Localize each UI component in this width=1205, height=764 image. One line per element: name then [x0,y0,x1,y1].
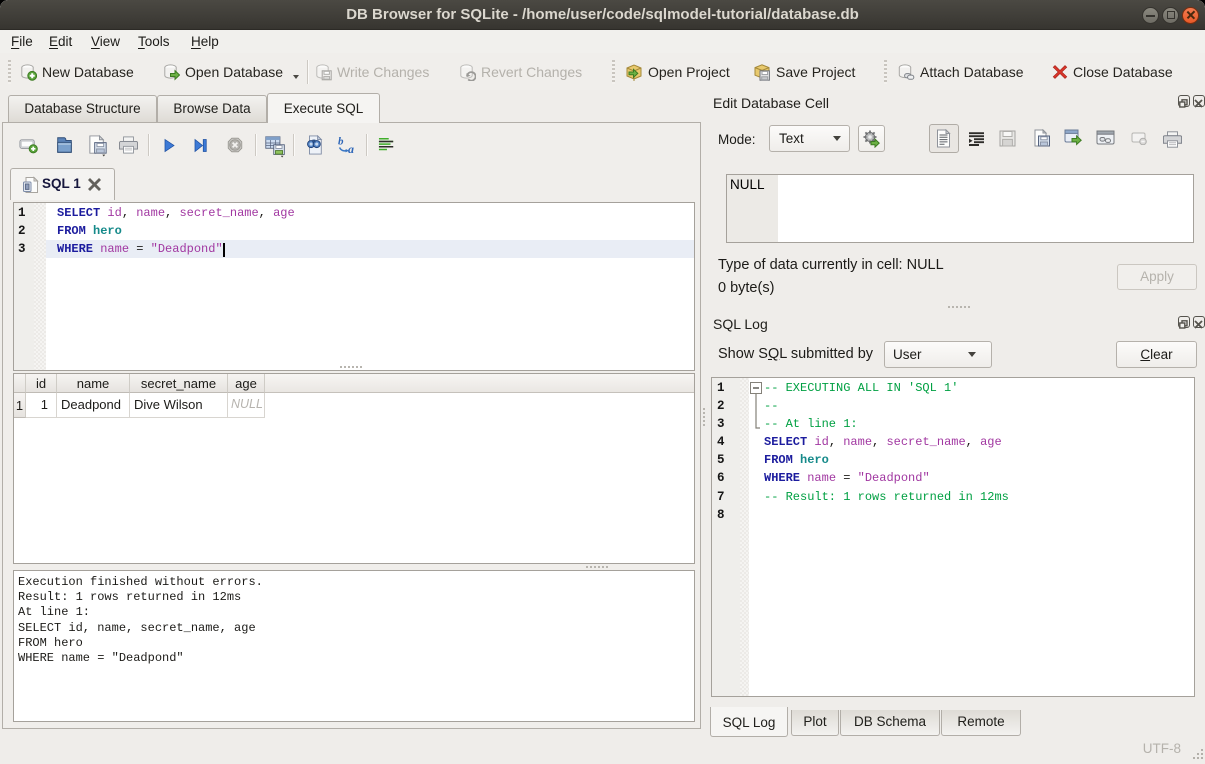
svg-text:b: b [338,136,344,148]
svg-text:a: a [348,142,354,154]
